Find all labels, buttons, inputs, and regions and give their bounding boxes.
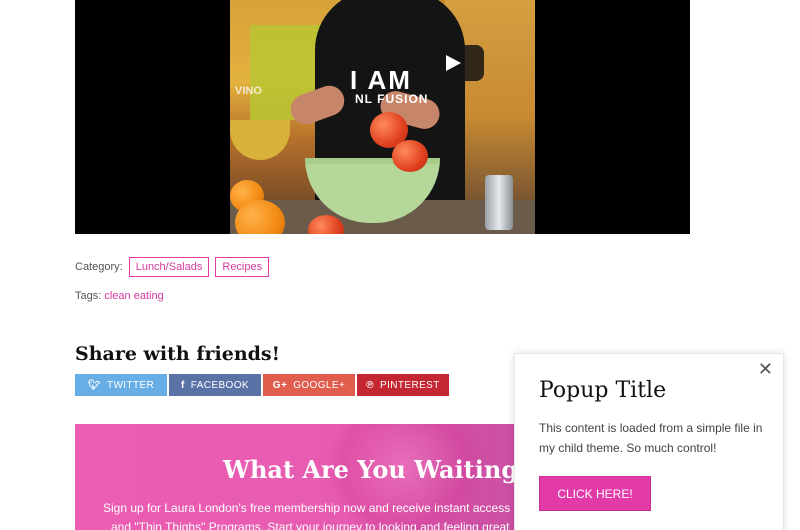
popup: ✕ Popup Title This content is loaded fro…	[514, 353, 784, 530]
share-title: Share with friends!	[75, 343, 280, 365]
shirt-subtext: NL FUSION	[355, 92, 429, 106]
tags-row: Tags: clean eating	[75, 290, 164, 302]
category-lunch-salads[interactable]: Lunch/Salads	[128, 256, 210, 277]
twitter-icon: 🐦︎	[87, 379, 101, 391]
shaker	[485, 175, 513, 230]
tag-clean-eating[interactable]: clean eating	[104, 290, 163, 302]
tomato	[392, 140, 428, 172]
twitter-label: TWITTER	[106, 379, 155, 391]
facebook-label: FACEBOOK	[190, 379, 249, 391]
pinterest-label: PINTEREST	[380, 379, 440, 391]
category-recipes[interactable]: Recipes	[215, 256, 270, 277]
banner-text-line: Sign up for Laura London's free membersh…	[103, 501, 511, 515]
pinterest-icon: ℗	[366, 379, 375, 391]
pinterest-share-button[interactable]: ℗ PINTEREST	[357, 374, 449, 396]
google-plus-icon: G+	[272, 379, 288, 391]
video-thumbnail: VINO I AM NL FUSION	[230, 0, 535, 234]
tags-label: Tags:	[75, 290, 102, 302]
share-buttons: 🐦︎ TWITTER f FACEBOOK G+ GOOGLE+ ℗ PINTE…	[75, 374, 449, 396]
banner-text-line: and "Thin Thighs" Programs. Start your j…	[111, 520, 510, 530]
video-player[interactable]: VINO I AM NL FUSION	[75, 0, 690, 234]
popup-title: Popup Title	[539, 378, 667, 403]
click-here-button[interactable]: CLICK HERE!	[539, 476, 651, 511]
category-row: Category: Lunch/Salads Recipes	[75, 256, 270, 277]
facebook-icon: f	[181, 379, 185, 391]
close-icon[interactable]: ✕	[758, 359, 773, 380]
category-label: Category:	[75, 260, 123, 273]
facebook-share-button[interactable]: f FACEBOOK	[169, 374, 261, 396]
google-plus-share-button[interactable]: G+ GOOGLE+	[263, 374, 355, 396]
popup-body: This content is loaded from a simple fil…	[539, 421, 763, 455]
play-icon[interactable]	[420, 45, 484, 81]
vino-sign: VINO	[235, 85, 262, 97]
banner-heading: What Are You Waiting Fo	[223, 455, 559, 484]
twitter-share-button[interactable]: 🐦︎ TWITTER	[75, 374, 167, 396]
banner-text: Sign up for Laura London's free membersh…	[103, 499, 523, 530]
google-plus-label: GOOGLE+	[293, 379, 346, 391]
